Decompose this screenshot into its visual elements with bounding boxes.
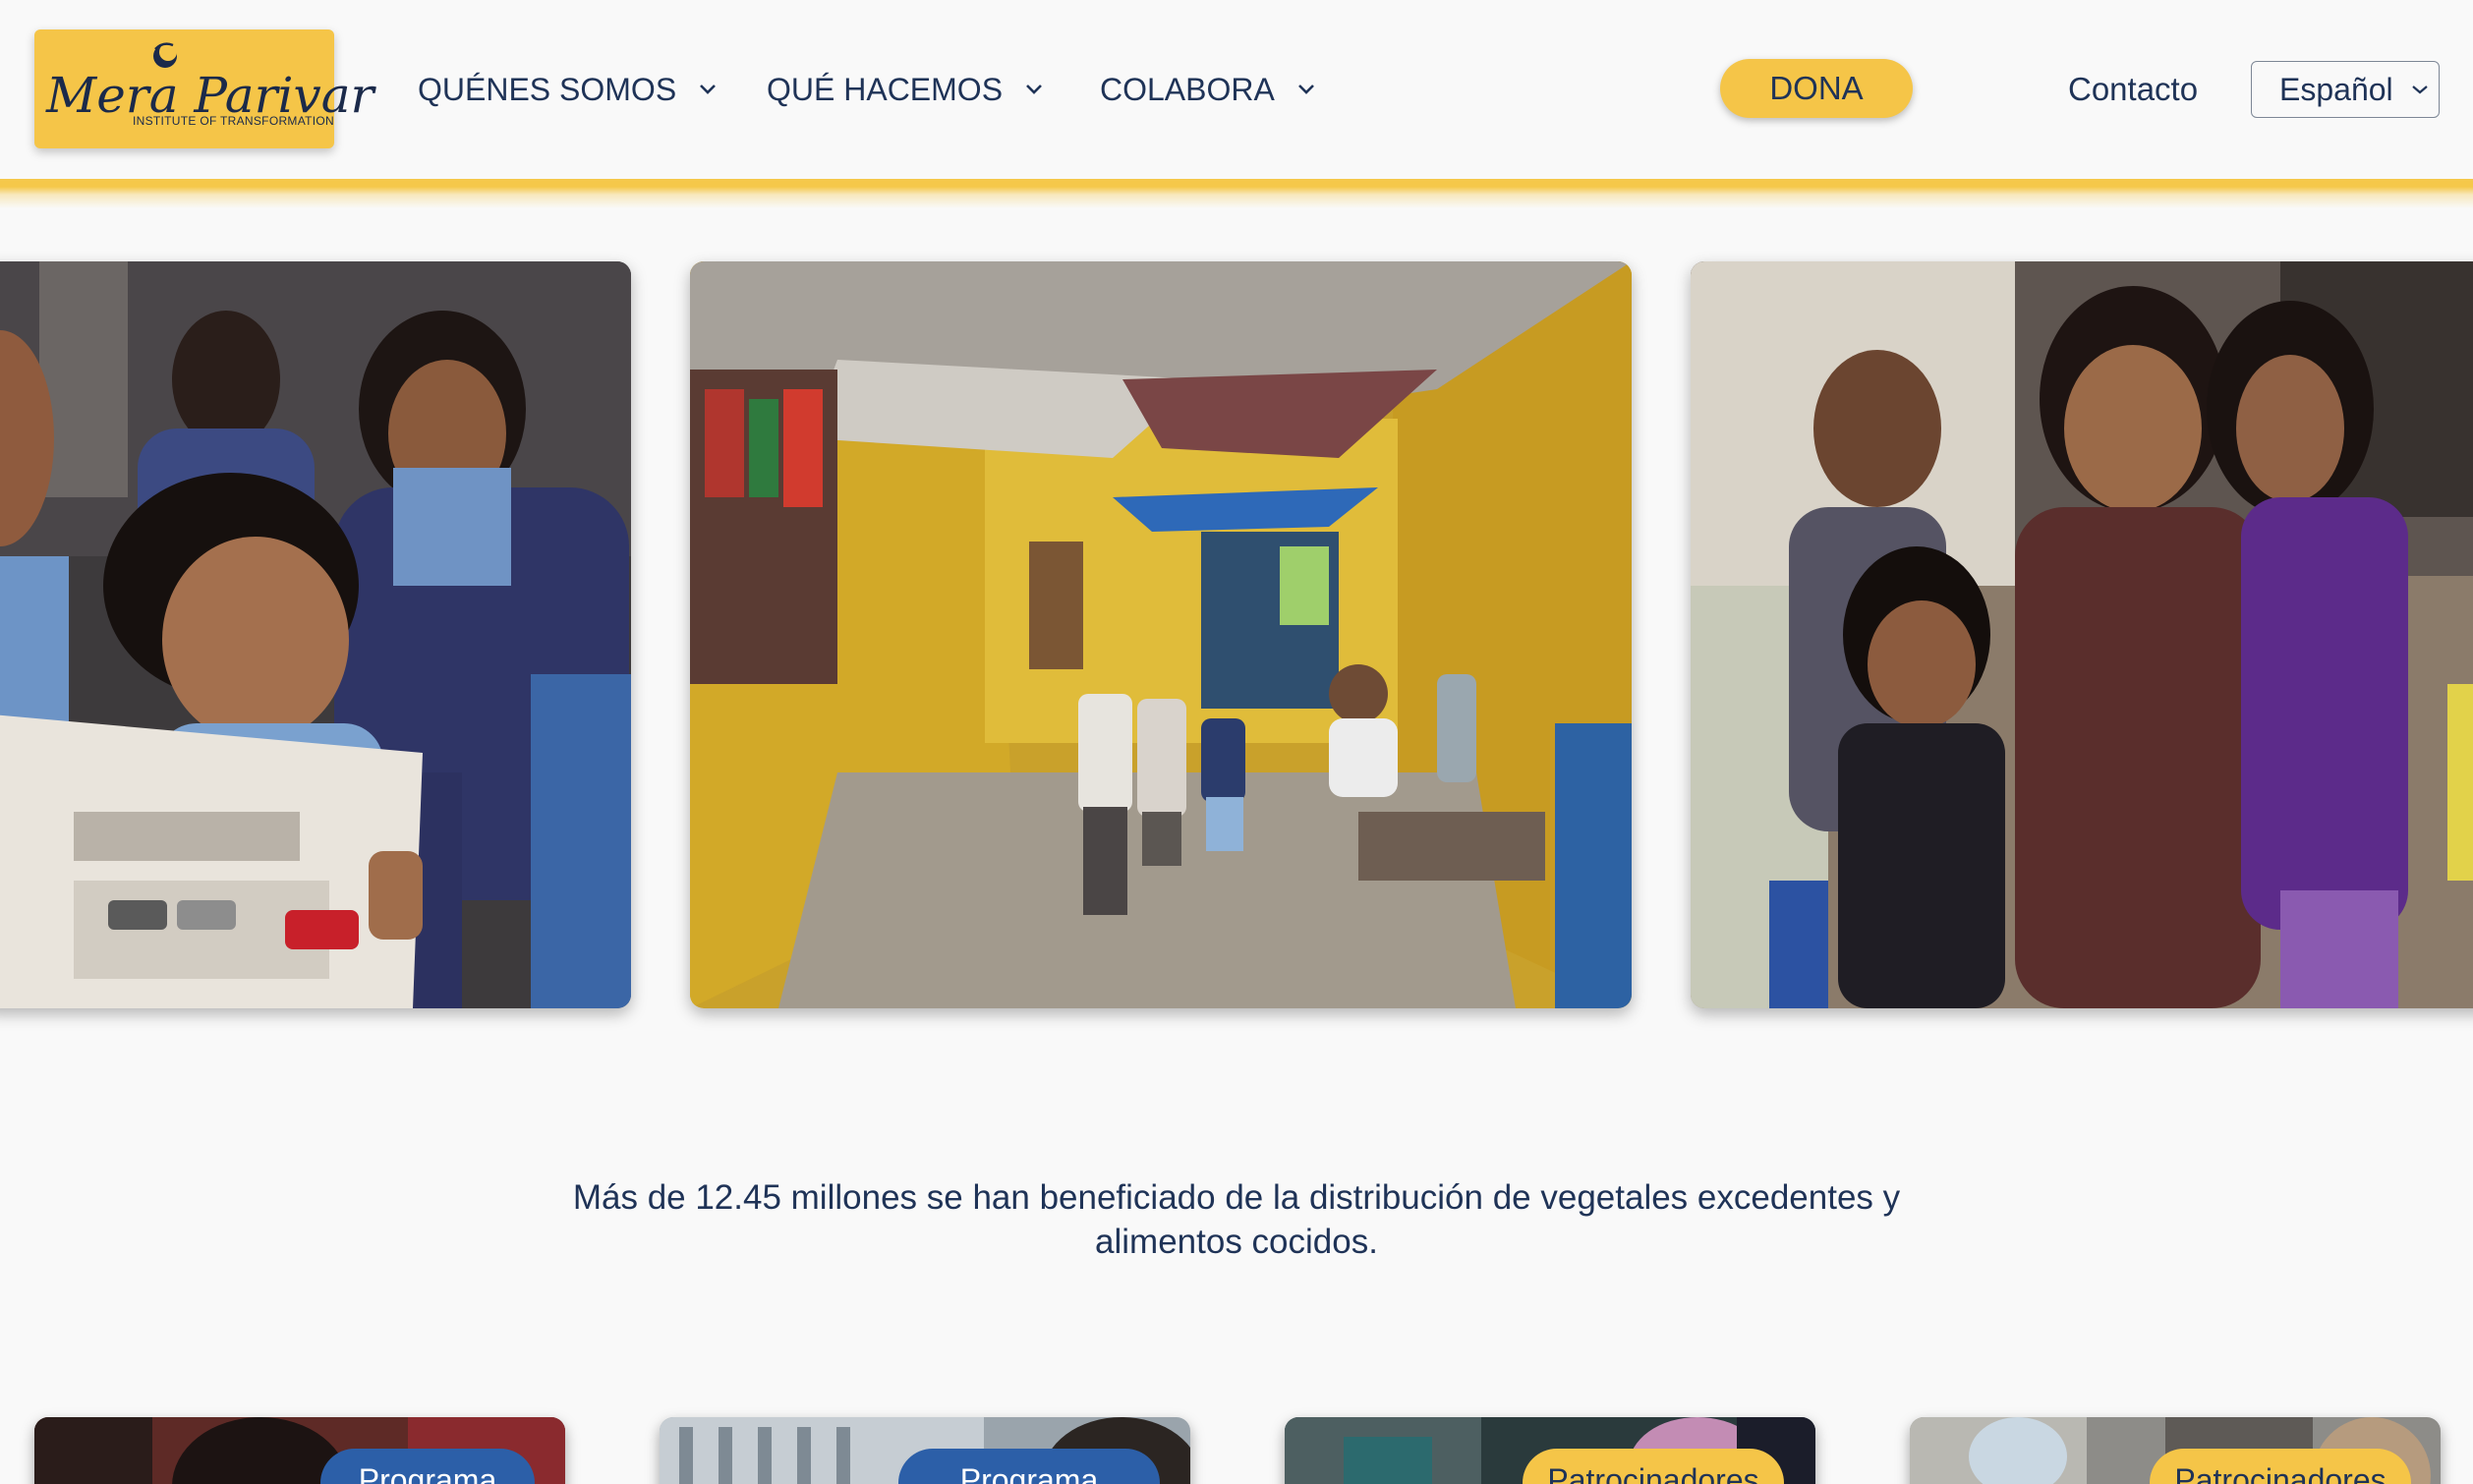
logo-tagline: INSTITUTE OF TRANSFORMATION [133, 114, 334, 128]
language-select-value: Español [2279, 71, 2393, 107]
slide-image [0, 261, 631, 1008]
card-tag-programa[interactable]: Programa [898, 1449, 1160, 1484]
language-select[interactable]: Español [2251, 61, 2440, 118]
header-accent-rule [0, 179, 2473, 208]
chevron-down-icon [1297, 85, 1314, 94]
carousel-slide-children[interactable] [1691, 261, 2473, 1008]
chevron-down-icon [1026, 85, 1042, 94]
nav-item-que-hacemos[interactable]: QUÉ HACEMOS [767, 65, 1044, 114]
card-tag-patrocinadores[interactable]: Patrocinadores [1523, 1449, 1784, 1484]
impact-statement: Más de 12.45 millones se han beneficiado… [572, 1178, 1901, 1261]
donate-button[interactable]: DONA [1720, 59, 1913, 118]
chevron-down-icon [700, 85, 717, 94]
nav-item-label: QUÉNES SOMOS [418, 71, 677, 107]
slide-image [690, 261, 1632, 1008]
nav-item-colabora[interactable]: COLABORA [1100, 65, 1316, 114]
site-header: Mera Parivar INSTITUTE OF TRANSFORMATION… [0, 0, 2473, 179]
carousel-slide-schoolgirls[interactable] [0, 261, 631, 1008]
nav-item-quienes-somos[interactable]: QUÉNES SOMOS [418, 65, 718, 114]
chevron-down-icon [2412, 86, 2428, 94]
slide-image [1691, 261, 2473, 1008]
logo[interactable]: Mera Parivar INSTITUTE OF TRANSFORMATION [34, 29, 374, 148]
card-tag-programa[interactable]: Programa [320, 1449, 535, 1484]
nav-item-label: QUÉ HACEMOS [767, 71, 1004, 107]
card-tag-patrocinadores[interactable]: Patrocinadores [2150, 1449, 2411, 1484]
carousel-slide-alley[interactable] [690, 261, 1632, 1008]
contact-link[interactable]: Contacto [2068, 65, 2198, 114]
nav-item-label: COLABORA [1100, 71, 1275, 107]
